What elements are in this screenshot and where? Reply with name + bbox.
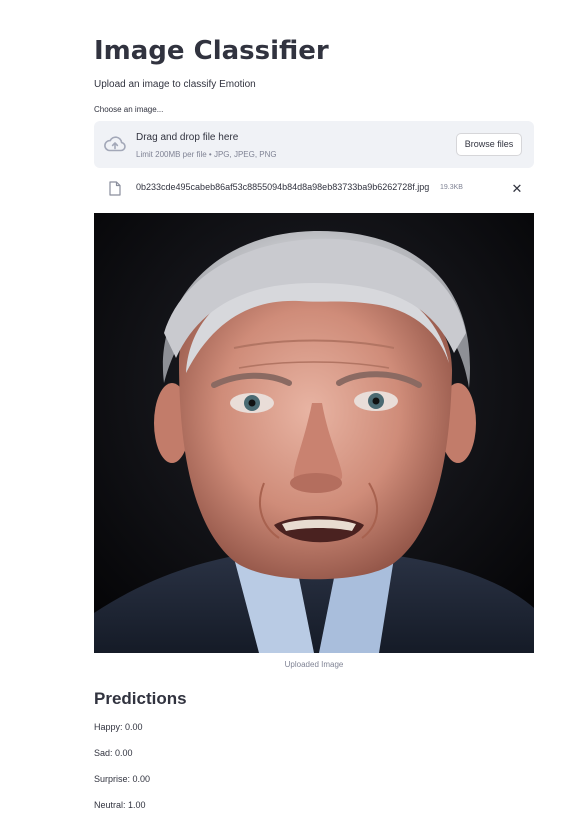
uploaded-file-size: 19.3KB [440,184,463,191]
uploaded-file-name: 0b233cde495cabeb86af53c8855094b84d8a98eb… [136,182,430,192]
prediction-neutral: Neutral: 1.00 [94,800,146,810]
file-dropzone[interactable]: Drag and drop file here Limit 200MB per … [94,121,534,168]
prediction-happy: Happy: 0.00 [94,722,143,732]
cloud-upload-icon [104,136,126,152]
browse-files-button[interactable]: Browse files [456,133,522,156]
image-caption: Uploaded Image [284,660,344,669]
uploaded-file-row: 0b233cde495cabeb86af53c8855094b84d8a98eb… [94,176,534,202]
portrait-photo [94,213,534,653]
predictions-heading: Predictions [94,689,187,708]
uploaded-image [94,213,534,653]
prediction-surprise: Surprise: 0.00 [94,774,151,784]
dropzone-limit-text: Limit 200MB per file • JPG, JPEG, PNG [136,150,277,159]
app-page: Image Classifier Upload an image to clas… [0,0,578,833]
prediction-sad: Sad: 0.00 [94,748,133,758]
file-icon [109,181,121,196]
page-title: Image Classifier [94,36,329,66]
remove-file-icon[interactable]: ✕ [509,181,525,197]
uploader-label: Choose an image... [94,105,164,114]
page-subtitle: Upload an image to classify Emotion [94,79,256,90]
dropzone-title: Drag and drop file here [136,132,239,143]
